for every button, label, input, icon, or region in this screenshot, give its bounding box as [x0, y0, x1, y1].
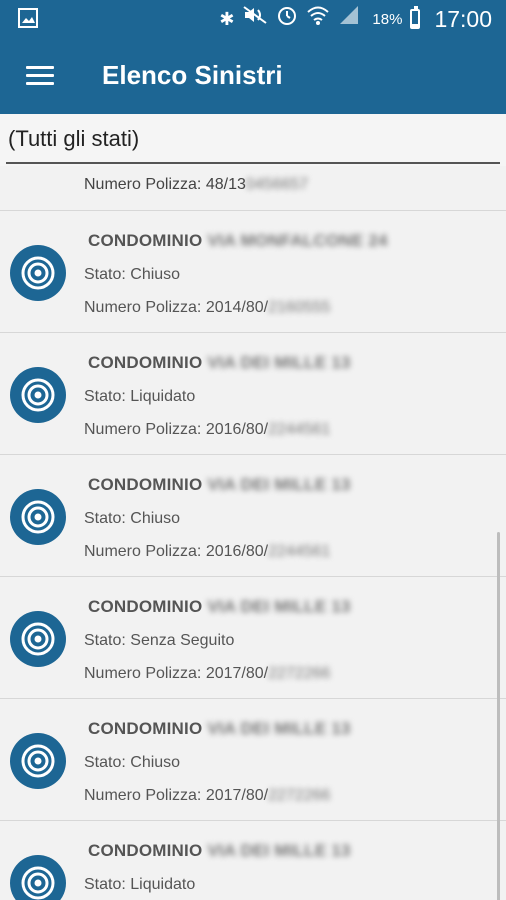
stato-label: Stato:: [84, 632, 126, 649]
list-item[interactable]: CONDOMINIO VIA DEI MILLE 13 Stato: Senza…: [0, 577, 506, 699]
battery-percent: 18%: [372, 10, 403, 28]
target-icon: [10, 489, 66, 545]
polizza-hidden: 2272266: [268, 787, 331, 804]
item-title: CONDOMINIO VIA DEI MILLE 13: [88, 719, 351, 739]
item-title-label: CONDOMINIO: [88, 719, 203, 738]
polizza-value: 2017/80/: [205, 665, 269, 682]
stato-line: Stato: Senza Seguito: [84, 632, 234, 650]
item-title-hidden: VIA DEI MILLE 13: [202, 841, 351, 860]
polizza-hidden: 2272266: [268, 665, 331, 682]
polizza-hidden: 2160555: [268, 299, 331, 316]
polizza-line: Numero Polizza: 48/130456657: [84, 176, 308, 194]
polizza-label: Numero Polizza:: [84, 665, 202, 682]
status-filter-value: (Tutti gli stati): [8, 126, 140, 151]
list-item[interactable]: CONDOMINIO VIA DEI MILLE 13 Stato: Liqui…: [0, 333, 506, 455]
status-bar: ✱ 18% 17:00: [0, 0, 506, 38]
stato-line: Stato: Liquidato: [84, 388, 195, 406]
polizza-value: 2017/80/: [205, 787, 269, 804]
stato-label: Stato:: [84, 266, 126, 283]
list-item[interactable]: CONDOMINIO VIA DEI MILLE 13 Stato: Liqui…: [0, 821, 506, 900]
polizza-label: Numero Polizza:: [84, 299, 202, 316]
stato-value: Senza Seguito: [130, 632, 235, 649]
stato-line: Stato: Chiuso: [84, 754, 180, 772]
polizza-label: Numero Polizza:: [84, 787, 202, 804]
page-title: Elenco Sinistri: [102, 60, 283, 90]
polizza-hidden: 0456657: [245, 176, 309, 193]
stato-value: Liquidato: [130, 388, 196, 405]
item-title: CONDOMINIO VIA DEI MILLE 13: [88, 597, 351, 617]
stato-line: Stato: Chiuso: [84, 510, 180, 528]
menu-icon[interactable]: [26, 66, 54, 86]
item-title-hidden: VIA DEI MILLE 13: [202, 719, 351, 738]
polizza-line: Numero Polizza: 2017/80/2272266: [84, 665, 330, 683]
stato-value: Chiuso: [130, 754, 181, 771]
polizza-value: 2016/80/: [205, 421, 269, 438]
stato-line: Stato: Chiuso: [84, 266, 180, 284]
polizza-label: Numero Polizza:: [84, 421, 202, 438]
stato-line: Stato: Liquidato: [84, 876, 195, 894]
list-item[interactable]: CONDOMINIO VIA DEI MILLE 13 Stato: Chius…: [0, 455, 506, 577]
wifi-icon: [306, 4, 330, 34]
item-title-label: CONDOMINIO: [88, 231, 203, 250]
item-title-hidden: VIA DEI MILLE 13: [202, 597, 351, 616]
app-bar: Elenco Sinistri: [0, 38, 506, 114]
polizza-line: Numero Polizza: 2014/80/2160555: [84, 299, 330, 317]
bluetooth-icon: ✱: [219, 9, 235, 29]
list-item[interactable]: CONDOMINIO VIA DEI MILLE 13 Stato: Chius…: [0, 699, 506, 821]
polizza-line: Numero Polizza: 2016/80/2244561: [84, 421, 330, 439]
polizza-value: 48/13: [205, 176, 246, 193]
signal-icon: [338, 4, 360, 34]
list-item[interactable]: CONDOMINIO VIA MONFALCONE 24 Stato: Chiu…: [0, 211, 506, 333]
item-title-label: CONDOMINIO: [88, 597, 203, 616]
polizza-hidden: 2244561: [268, 421, 331, 438]
item-title: CONDOMINIO VIA DEI MILLE 13: [88, 841, 351, 861]
stato-value: Chiuso: [130, 266, 181, 283]
polizza-label: Numero Polizza:: [84, 176, 202, 193]
item-title: CONDOMINIO VIA DEI MILLE 13: [88, 353, 351, 373]
target-icon: [10, 733, 66, 789]
battery-icon: [410, 6, 421, 29]
stato-label: Stato:: [84, 754, 126, 771]
alarm-icon: [276, 4, 298, 34]
item-title: CONDOMINIO VIA DEI MILLE 13: [88, 475, 351, 495]
item-title-label: CONDOMINIO: [88, 353, 203, 372]
target-icon: [10, 367, 66, 423]
gallery-icon: [18, 8, 38, 36]
polizza-value: 2014/80/: [205, 299, 269, 316]
item-title-label: CONDOMINIO: [88, 841, 203, 860]
stato-value: Chiuso: [130, 510, 181, 527]
target-icon: [10, 245, 66, 301]
item-title: CONDOMINIO VIA MONFALCONE 24: [88, 231, 388, 251]
status-filter-select[interactable]: (Tutti gli stati): [0, 114, 506, 166]
polizza-label: Numero Polizza:: [84, 543, 202, 560]
item-title-hidden: VIA DEI MILLE 13: [202, 353, 351, 372]
status-filter-underline: [6, 162, 500, 164]
scrollbar[interactable]: [497, 532, 500, 900]
stato-label: Stato:: [84, 876, 126, 893]
stato-label: Stato:: [84, 510, 126, 527]
item-title-hidden: VIA DEI MILLE 13: [202, 475, 351, 494]
item-title-label: CONDOMINIO: [88, 475, 203, 494]
claims-list[interactable]: Numero Polizza: 48/130456657 CONDOMINIO …: [0, 166, 506, 900]
mute-icon: [242, 5, 268, 33]
target-icon: [10, 611, 66, 667]
polizza-line: Numero Polizza: 2017/80/2272266: [84, 787, 330, 805]
clock: 17:00: [434, 5, 492, 32]
list-item[interactable]: Numero Polizza: 48/130456657: [0, 166, 506, 211]
target-icon: [10, 855, 66, 900]
stato-label: Stato:: [84, 388, 126, 405]
item-title-hidden: VIA MONFALCONE 24: [202, 231, 388, 250]
polizza-hidden: 2244561: [268, 543, 331, 560]
polizza-value: 2016/80/: [205, 543, 269, 560]
stato-value: Liquidato: [130, 876, 196, 893]
polizza-line: Numero Polizza: 2016/80/2244561: [84, 543, 330, 561]
